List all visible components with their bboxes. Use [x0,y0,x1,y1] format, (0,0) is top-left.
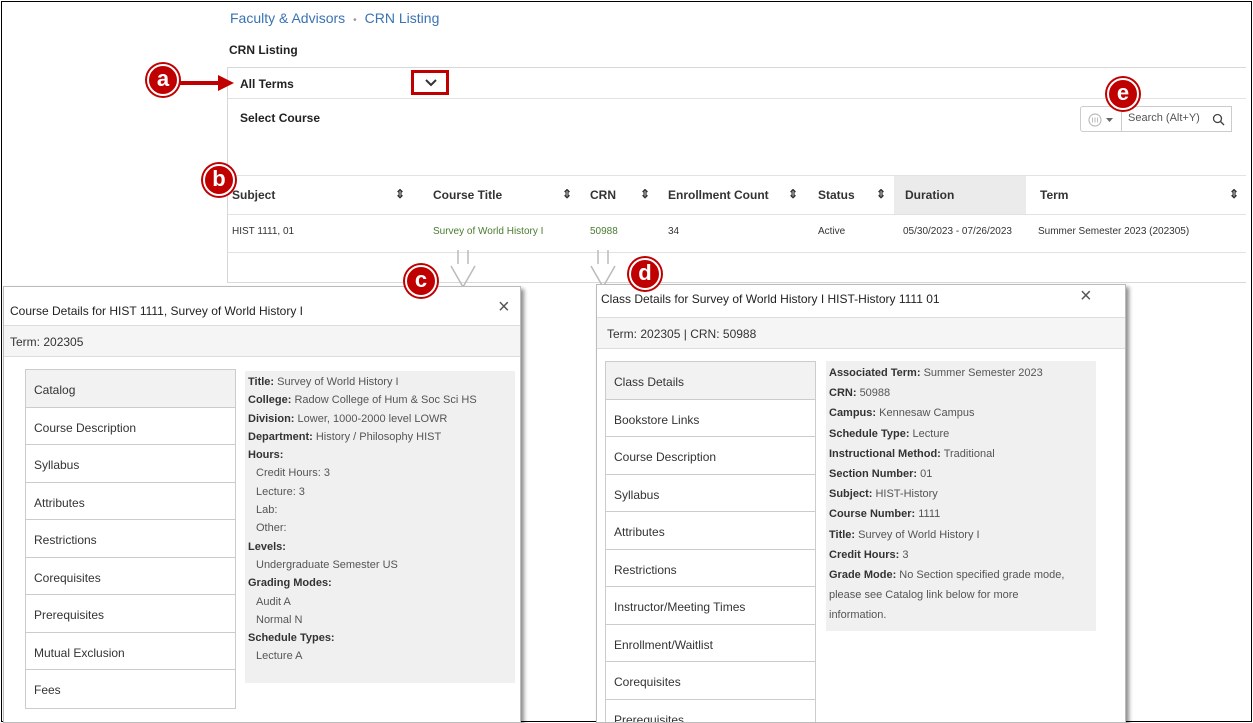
cell-subject: HIST 1111, 01 [232,226,295,237]
tab-course-description[interactable]: Course Description [26,408,235,445]
table-row-divider [228,252,1246,253]
class-details-title: Class Details for Survey of World Histor… [601,292,940,306]
sort-icon[interactable]: ⇕ [1229,187,1239,201]
column-header-subject[interactable]: Subject ⇕ [228,176,413,214]
callout-badge-b: b [203,164,235,196]
tab-instructor-meeting-times[interactable]: Instructor/Meeting Times [606,587,815,625]
class-details-tab-list: Class Details Bookstore Links Course Des… [605,361,816,723]
tab-prerequisites[interactable]: Prerequisites [606,700,815,723]
tab-syllabus[interactable]: Syllabus [606,475,815,512]
cell-status: Active [818,226,846,237]
sort-icon[interactable]: ⇕ [876,187,886,201]
close-icon[interactable]: × [1080,286,1092,306]
tab-attributes[interactable]: Attributes [606,512,815,550]
course-catalog-details: Title: Survey of World History I College… [245,371,515,683]
callout-c-pointer [450,250,476,288]
term-dropdown-button[interactable] [411,70,449,95]
table-header-divider [228,214,1246,215]
tab-enrollment-waitlist[interactable]: Enrollment/Waitlist [606,625,815,662]
term-filter-label: All Terms [240,77,294,91]
term-filter-row: All Terms [228,68,1246,99]
cell-enrollment-count: 34 [668,226,680,237]
course-details-tab-list: Catalog Course Description Syllabus Attr… [25,369,236,709]
callout-badge-c: c [405,265,437,297]
search-icon[interactable] [1212,113,1225,126]
tab-syllabus[interactable]: Syllabus [26,445,235,483]
tab-class-details[interactable]: Class Details [606,362,815,400]
breadcrumb: Faculty & Advisors • CRN Listing [230,10,439,26]
search-input[interactable] [1128,112,1208,124]
course-details-term: Term: 202305 [4,325,520,357]
breadcrumb-separator: • [353,15,357,26]
course-details-title: Course Details for HIST 1111, Survey of … [10,304,303,318]
sort-icon[interactable]: ⇕ [640,187,650,201]
callout-badge-e: e [1107,78,1139,110]
chevron-down-icon [425,79,437,87]
cell-term: Summer Semester 2023 (202305) [1038,226,1190,237]
class-details-term-crn: Term: 202305 | CRN: 50988 [597,317,1125,349]
sort-icon[interactable]: ⇕ [562,187,572,201]
select-course-label: Select Course [240,111,321,125]
tab-prerequisites[interactable]: Prerequisites [26,595,235,633]
callout-a-arrow [180,75,234,91]
class-details-dialog: Class Details for Survey of World Histor… [596,284,1126,723]
tab-restrictions[interactable]: Restrictions [606,550,815,587]
crn-listing-panel: All Terms Select Course Subject⇕ Course … [227,67,1246,283]
cell-course-title-link[interactable]: Survey of World History I [433,226,543,237]
tab-bookstore-links[interactable]: Bookstore Links [606,400,815,437]
tab-corequisites[interactable]: Corequisites [606,662,815,700]
search-box [1121,106,1232,132]
class-details-info: Associated Term: Summer Semester 2023 CR… [826,361,1096,631]
tab-attributes[interactable]: Attributes [26,483,235,520]
callout-badge-d: d [629,258,661,290]
filter-toggle-button[interactable] [1080,106,1122,132]
cell-crn-link[interactable]: 50988 [590,226,618,237]
close-icon[interactable]: × [498,297,510,317]
tab-restrictions[interactable]: Restrictions [26,520,235,558]
tab-catalog[interactable]: Catalog [26,370,235,408]
column-header-duration[interactable]: Duration [894,176,1026,214]
tab-corequisites[interactable]: Corequisites [26,558,235,595]
sort-icon[interactable]: ⇕ [395,187,405,201]
column-header-enrollment-count[interactable]: Enrollment Count ⇕ [658,176,806,214]
column-header-status[interactable]: Status ⇕ [806,176,894,214]
column-header-course-title[interactable]: Course Title ⇕ [420,176,580,214]
tab-course-description[interactable]: Course Description [606,437,815,475]
course-details-dialog: Course Details for HIST 1111, Survey of … [3,286,521,723]
breadcrumb-faculty-advisors[interactable]: Faculty & Advisors [230,10,345,26]
cell-duration: 05/30/2023 - 07/26/2023 [903,226,1012,237]
tab-mutual-exclusion[interactable]: Mutual Exclusion [26,633,235,670]
column-header-term[interactable]: Term ⇕ [1026,176,1247,214]
filter-icon [1088,113,1113,127]
callout-d-pointer [590,250,616,288]
callout-badge-a: a [147,64,179,96]
breadcrumb-crn-listing[interactable]: CRN Listing [365,10,440,26]
column-header-crn[interactable]: CRN ⇕ [580,176,658,214]
tab-fees[interactable]: Fees [26,670,235,708]
page-title: CRN Listing [229,43,298,57]
sort-icon[interactable]: ⇕ [788,187,798,201]
